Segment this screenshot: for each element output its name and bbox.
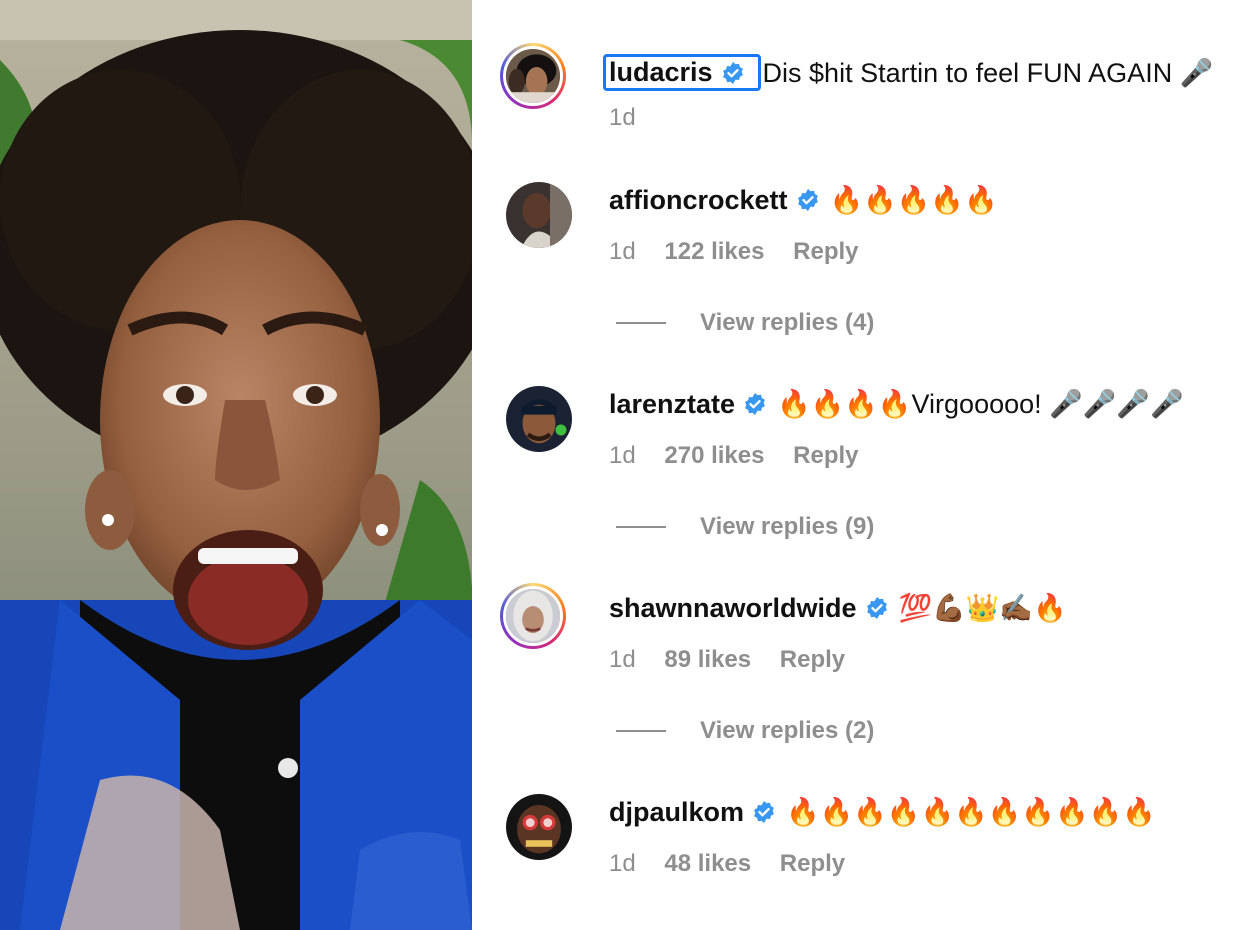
timestamp: 1d <box>609 104 636 131</box>
timestamp: 1d <box>609 646 636 673</box>
verified-badge-icon <box>754 801 774 823</box>
view-replies-button[interactable]: View replies (9) <box>616 513 874 541</box>
comment-text: 💯💪🏾👑✍🏾🔥 <box>898 593 1067 623</box>
verified-badge-icon <box>722 61 743 84</box>
divider <box>616 526 666 528</box>
username-selection[interactable]: ludacris <box>603 54 761 91</box>
username[interactable]: djpaulkom <box>609 797 744 828</box>
verified-badge-icon <box>745 393 765 415</box>
divider <box>616 730 666 732</box>
reply-button[interactable]: Reply <box>780 646 845 673</box>
comment-text: 🔥🔥🔥🔥🔥 <box>829 185 998 215</box>
timestamp: 1d <box>609 442 636 469</box>
comments-panel: ludacris Dis $hit Startin to feel FUN AG… <box>472 0 1240 930</box>
username[interactable]: ludacris <box>609 57 713 88</box>
reply-button[interactable]: Reply <box>780 850 845 877</box>
view-replies-label: View replies (2) <box>700 717 875 744</box>
avatar[interactable] <box>500 583 566 649</box>
verified-badge-icon <box>797 189 818 211</box>
reply-button[interactable]: Reply <box>793 238 858 265</box>
timestamp: 1d <box>609 238 636 265</box>
avatar-image <box>506 182 572 248</box>
avatar-image <box>506 386 572 452</box>
likes-count[interactable]: 89 likes <box>664 646 751 673</box>
timestamp: 1d <box>609 850 636 877</box>
likes-count[interactable]: 48 likes <box>664 850 751 877</box>
view-replies-button[interactable]: View replies (2) <box>616 717 874 745</box>
video-frame[interactable] <box>0 0 472 930</box>
likes-count[interactable]: 122 likes <box>664 238 764 265</box>
avatar[interactable] <box>506 386 572 452</box>
reply-button[interactable]: Reply <box>793 442 858 469</box>
likes-count[interactable]: 270 likes <box>664 442 764 469</box>
view-replies-button[interactable]: View replies (4) <box>616 309 874 337</box>
avatar[interactable] <box>506 182 572 248</box>
view-replies-label: View replies (4) <box>700 309 875 336</box>
avatar-image <box>506 794 572 860</box>
avatar-image <box>506 49 560 103</box>
comment-text: Dis $hit Startin to feel FUN AGAIN 🎤 <box>762 57 1214 88</box>
username[interactable]: shawnnaworldwide <box>609 593 857 624</box>
verified-badge-icon <box>866 597 887 619</box>
avatar[interactable] <box>506 794 572 860</box>
username[interactable]: larenztate <box>609 389 735 420</box>
divider <box>616 322 666 324</box>
comment-text: 🔥🔥🔥🔥Virgooooo! 🎤🎤🎤🎤 <box>777 389 1184 419</box>
username[interactable]: affioncrockett <box>609 185 788 216</box>
avatar-image <box>506 589 560 643</box>
comment-text: 🔥🔥🔥🔥🔥🔥🔥🔥🔥🔥🔥 <box>786 797 1156 827</box>
avatar[interactable] <box>500 43 566 109</box>
video-still-image <box>0 0 472 930</box>
view-replies-label: View replies (9) <box>700 513 875 540</box>
